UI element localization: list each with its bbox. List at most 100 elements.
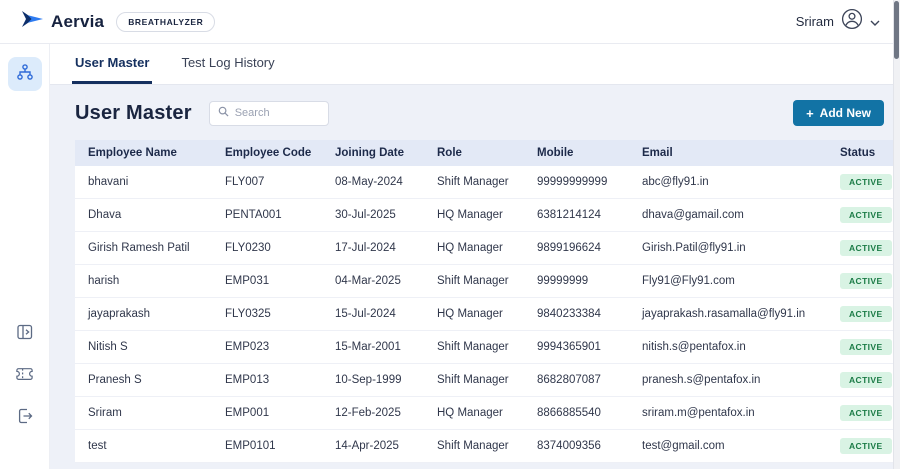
sidebar-item-users[interactable] bbox=[7, 57, 42, 91]
cell-role: Shift Manager bbox=[427, 264, 527, 298]
cell-email: abc@fly91.in bbox=[632, 166, 830, 199]
cell-email: test@gmail.com bbox=[632, 429, 830, 463]
brand-name: Aervia bbox=[51, 11, 105, 31]
user-table: Employee Name Employee Code Joining Date Ro… bbox=[75, 140, 894, 463]
cell-email: Girish.Patil@fly91.in bbox=[632, 231, 830, 265]
cell-employee-code: EMP001 bbox=[215, 396, 325, 430]
cell-mobile: 8866885540 bbox=[527, 396, 632, 430]
search-box bbox=[208, 100, 329, 126]
cell-employee-name: Nitish S bbox=[75, 330, 215, 364]
cell-employee-name: Pranesh S bbox=[75, 363, 215, 397]
cell-mobile: 9899196624 bbox=[527, 231, 632, 265]
cell-employee-name: test bbox=[75, 429, 215, 463]
table-row[interactable]: bhavani FLY007 08-May-2024 Shift Manager 999… bbox=[75, 166, 894, 199]
cell-employee-code: PENTA001 bbox=[215, 198, 325, 232]
table-row[interactable]: Sriram EMP001 12-Feb-2025 HQ Manager 8866885… bbox=[75, 396, 894, 430]
cell-joining-date: 08-May-2024 bbox=[325, 166, 427, 199]
chevron-down-icon bbox=[870, 13, 880, 31]
page-title: User Master bbox=[75, 101, 192, 124]
cell-role: HQ Manager bbox=[427, 198, 527, 232]
scrollbar-thumb[interactable] bbox=[894, 1, 899, 59]
cell-status: ACTIVE bbox=[830, 264, 894, 298]
cell-mobile: 9994365901 bbox=[527, 330, 632, 364]
cell-role: HQ Manager bbox=[427, 396, 527, 430]
table-row[interactable]: Dhava PENTA001 30-Jul-2025 HQ Manager 638121… bbox=[75, 198, 894, 232]
cell-role: Shift Manager bbox=[427, 330, 527, 364]
cell-employee-code: EMP023 bbox=[215, 330, 325, 364]
user-name: Sriram bbox=[795, 14, 834, 29]
cell-employee-name: jayaprakash bbox=[75, 297, 215, 331]
cell-mobile: 99999999 bbox=[527, 264, 632, 298]
cell-email: Fly91@Fly91.com bbox=[632, 264, 830, 298]
cell-employee-name: harish bbox=[75, 264, 215, 298]
top-bar: Aervia BREATHALYZER Sriram bbox=[0, 0, 900, 44]
cell-joining-date: 17-Jul-2024 bbox=[325, 231, 427, 265]
cell-mobile: 8682807087 bbox=[527, 363, 632, 397]
main-content: User Master Test Log History User Master … bbox=[50, 44, 900, 469]
table-row[interactable]: harish EMP031 04-Mar-2025 Shift Manager 9999… bbox=[75, 264, 894, 298]
status-badge: ACTIVE bbox=[840, 438, 892, 454]
cell-employee-code: EMP031 bbox=[215, 264, 325, 298]
status-badge: ACTIVE bbox=[840, 174, 892, 190]
status-badge: ACTIVE bbox=[840, 405, 892, 421]
cell-employee-name: Girish Ramesh Patil bbox=[75, 231, 215, 265]
cell-status: ACTIVE bbox=[830, 330, 894, 364]
cell-status: ACTIVE bbox=[830, 231, 894, 265]
cell-status: ACTIVE bbox=[830, 396, 894, 430]
tab-test-log-history[interactable]: Test Log History bbox=[178, 44, 277, 84]
add-new-label: Add New bbox=[819, 106, 871, 120]
cell-joining-date: 12-Feb-2025 bbox=[325, 396, 427, 430]
cell-role: HQ Manager bbox=[427, 231, 527, 265]
cell-employee-code: FLY0230 bbox=[215, 231, 325, 265]
panel-exit-icon[interactable] bbox=[14, 321, 36, 343]
status-badge: ACTIVE bbox=[840, 339, 892, 355]
product-badge: BREATHALYZER bbox=[116, 11, 216, 32]
table-row[interactable]: jayaprakash FLY0325 15-Jul-2024 HQ Manager 9… bbox=[75, 297, 894, 331]
table-row[interactable]: Pranesh S EMP013 10-Sep-1999 Shift Manager 8… bbox=[75, 363, 894, 397]
scrollbar-track[interactable] bbox=[893, 0, 900, 469]
tab-user-master[interactable]: User Master bbox=[72, 44, 153, 84]
table-row[interactable]: Nitish S EMP023 15-Mar-2001 Shift Manager 99… bbox=[75, 330, 894, 364]
cell-joining-date: 04-Mar-2025 bbox=[325, 264, 427, 298]
user-menu[interactable]: Sriram bbox=[796, 8, 880, 35]
person-circle-icon bbox=[841, 8, 863, 35]
cell-email: jayaprakash.rasamalla@fly91.in bbox=[632, 297, 830, 331]
cell-email: pranesh.s@pentafox.in bbox=[632, 363, 830, 397]
cell-joining-date: 15-Jul-2024 bbox=[325, 297, 427, 331]
cell-employee-name: Dhava bbox=[75, 198, 215, 232]
cell-employee-code: EMP0101 bbox=[215, 429, 325, 463]
cell-employee-name: Sriram bbox=[75, 396, 215, 430]
cell-employee-name: bhavani bbox=[75, 166, 215, 199]
table-header-row: Employee Name Employee Code Joining Date Ro… bbox=[75, 140, 894, 166]
plus-icon: + bbox=[806, 105, 814, 121]
table-body: bhavani FLY007 08-May-2024 Shift Manager 999… bbox=[75, 166, 894, 463]
add-new-button[interactable]: + Add New bbox=[793, 100, 884, 126]
table-row[interactable]: Girish Ramesh Patil FLY0230 17-Jul-2024 HQ … bbox=[75, 231, 894, 265]
sidebar bbox=[0, 44, 50, 469]
cell-mobile: 6381214124 bbox=[527, 198, 632, 232]
cell-employee-code: EMP013 bbox=[215, 363, 325, 397]
column-header-mobile: Mobile bbox=[527, 140, 632, 166]
cell-employee-code: FLY007 bbox=[215, 166, 325, 199]
status-badge: ACTIVE bbox=[840, 273, 892, 289]
cell-status: ACTIVE bbox=[830, 363, 894, 397]
ticket-icon[interactable] bbox=[14, 363, 36, 385]
status-badge: ACTIVE bbox=[840, 240, 892, 256]
cell-role: Shift Manager bbox=[427, 166, 527, 199]
cell-email: nitish.s@pentafox.in bbox=[632, 330, 830, 364]
cell-role: Shift Manager bbox=[427, 363, 527, 397]
column-header-employee-code: Employee Code bbox=[215, 140, 325, 166]
cell-email: sriram.m@pentafox.in bbox=[632, 396, 830, 430]
cell-joining-date: 15-Mar-2001 bbox=[325, 330, 427, 364]
brand-logo: Aervia bbox=[20, 10, 104, 33]
logout-icon[interactable] bbox=[14, 405, 36, 427]
column-header-employee-name: Employee Name bbox=[75, 140, 215, 166]
cell-mobile: 9840233384 bbox=[527, 297, 632, 331]
status-badge: ACTIVE bbox=[840, 372, 892, 388]
cell-mobile: 8374009356 bbox=[527, 429, 632, 463]
search-icon bbox=[218, 104, 229, 122]
cell-role: Shift Manager bbox=[427, 429, 527, 463]
table-row[interactable]: test EMP0101 14-Apr-2025 Shift Manager 83740… bbox=[75, 429, 894, 463]
cell-status: ACTIVE bbox=[830, 297, 894, 331]
search-input[interactable] bbox=[234, 107, 320, 119]
